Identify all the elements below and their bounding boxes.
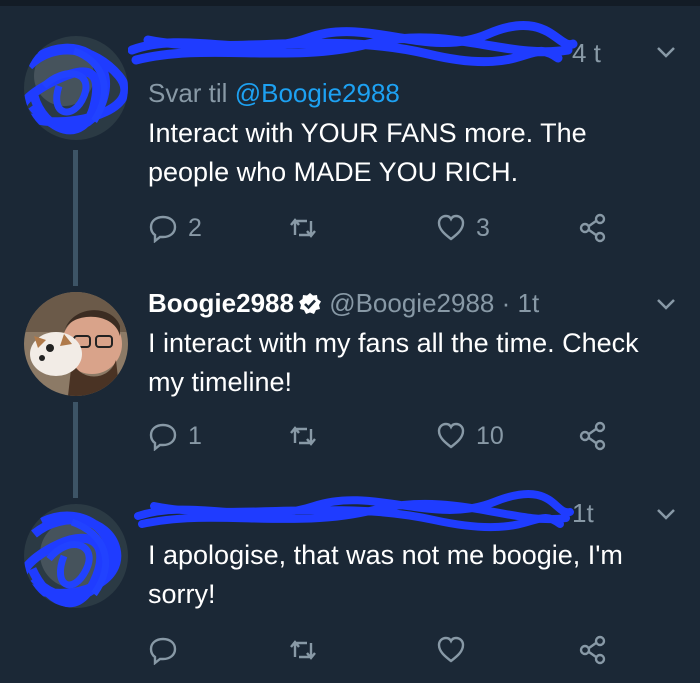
tweet-header: Boogie2988 @Boogie2988 · 1t xyxy=(148,286,668,320)
like-button[interactable] xyxy=(436,630,476,670)
share-button[interactable] xyxy=(578,416,608,456)
reply-icon xyxy=(149,637,177,665)
reply-button[interactable]: 1 xyxy=(148,416,202,456)
retweet-button[interactable] xyxy=(288,630,328,670)
tweet-text: Interact with YOUR FANS more. The people… xyxy=(148,118,587,187)
tweet-text: I interact with my fans all the time. Ch… xyxy=(148,328,639,397)
reply-mention-link[interactable]: @Boogie2988 xyxy=(235,78,400,108)
reply-count: 1 xyxy=(188,421,202,450)
reply-prefix: Svar til xyxy=(148,78,228,108)
like-count: 10 xyxy=(476,421,504,450)
tweet-time: 1t xyxy=(572,498,594,528)
author-handle[interactable]: @Boogie2988 xyxy=(329,288,494,318)
retweet-button[interactable] xyxy=(288,208,328,248)
tweet-time: · 1t xyxy=(501,288,540,318)
chevron-down-icon[interactable] xyxy=(654,292,678,316)
reply-button[interactable]: 2 xyxy=(148,208,202,248)
retweet-button[interactable] xyxy=(288,416,328,456)
redacted-name-scribble xyxy=(128,20,578,67)
share-icon xyxy=(579,635,606,665)
tweet-text: I apologise, that was not me boogie, I'm… xyxy=(148,540,623,609)
like-button[interactable]: 3 xyxy=(436,208,490,248)
retweet-icon xyxy=(290,218,316,238)
tweet-2[interactable]: Boogie2988 @Boogie2988 · 1t I interact w… xyxy=(0,286,700,476)
chevron-down-icon[interactable] xyxy=(654,502,678,526)
author-name[interactable]: Boogie2988 xyxy=(148,288,294,318)
tweet-1[interactable]: 4 t Svar til @Boogie2988 Interact with Y… xyxy=(0,0,700,260)
avatar[interactable] xyxy=(24,36,128,140)
like-icon xyxy=(437,422,465,449)
avatar[interactable] xyxy=(24,504,128,608)
share-icon xyxy=(579,421,606,451)
tweet-3[interactable]: 1t I apologise, that was not me boogie, … xyxy=(0,490,700,683)
reply-icon xyxy=(149,423,177,451)
tweet-actions: 1 10 xyxy=(148,416,618,456)
avatar[interactable] xyxy=(24,292,128,396)
chevron-down-icon[interactable] xyxy=(654,40,678,64)
verified-badge-icon xyxy=(298,293,321,314)
redacted-name-scribble xyxy=(134,490,574,532)
tweet-time: 4 t xyxy=(572,38,601,68)
reply-icon xyxy=(149,215,177,243)
reply-count: 2 xyxy=(188,213,202,242)
like-icon xyxy=(437,214,465,241)
reply-context: Svar til @Boogie2988 xyxy=(148,76,668,110)
like-icon xyxy=(437,636,465,663)
tweet-actions: 2 3 xyxy=(148,208,618,248)
retweet-icon xyxy=(290,426,316,446)
share-button[interactable] xyxy=(578,208,608,248)
tweet-actions xyxy=(148,630,618,670)
like-button[interactable]: 10 xyxy=(436,416,504,456)
like-count: 3 xyxy=(476,213,490,242)
reply-button[interactable] xyxy=(148,630,188,670)
share-icon xyxy=(579,213,606,243)
retweet-icon xyxy=(290,640,316,660)
share-button[interactable] xyxy=(578,630,608,670)
